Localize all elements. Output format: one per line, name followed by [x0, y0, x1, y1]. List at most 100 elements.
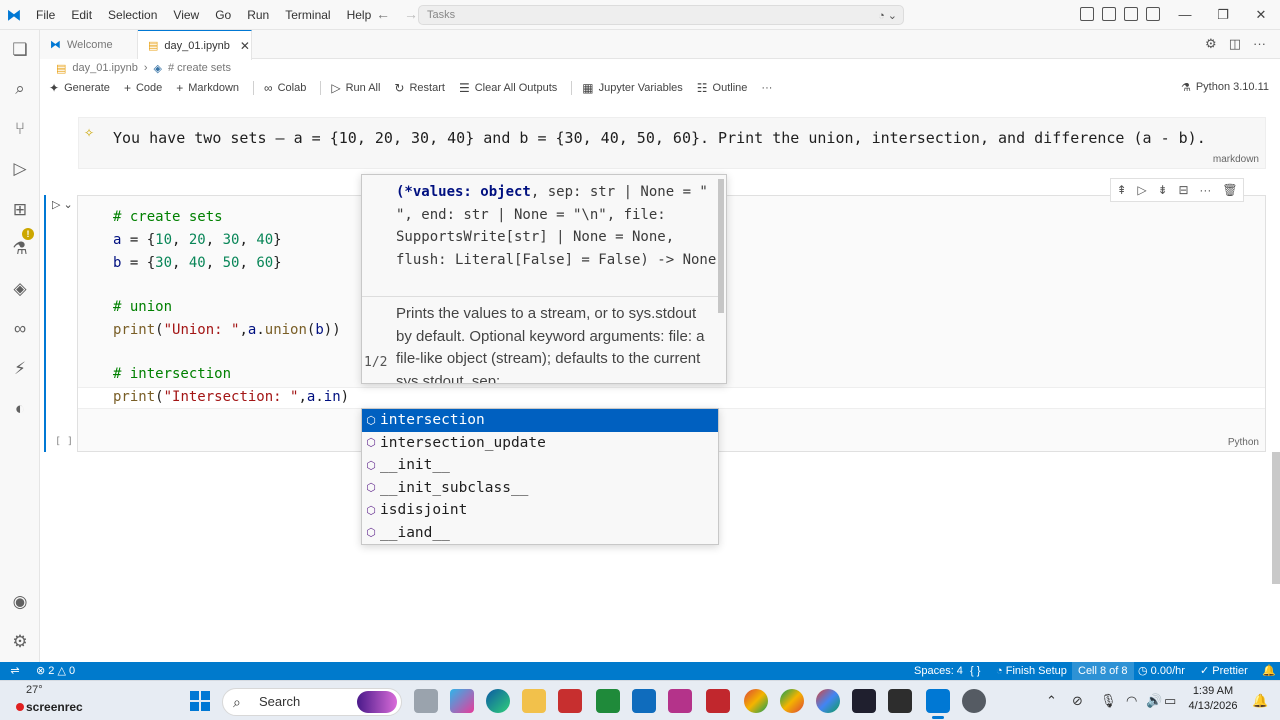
markdown-cell[interactable]: ✧ You have two sets — a = {10, 20, 30, 4… — [78, 117, 1266, 169]
weather-widget[interactable]: 27° — [26, 684, 43, 696]
add-code-cell-button[interactable]: + Code — [124, 81, 162, 95]
breadcrumb-symbol[interactable]: # create sets — [168, 62, 231, 74]
mcafee-icon[interactable] — [706, 689, 730, 713]
back-arrow-icon[interactable]: ← — [376, 6, 390, 22]
jetbrains-icon[interactable] — [852, 689, 876, 713]
restore-icon[interactable]: ❐ — [1204, 0, 1242, 30]
chrome-profile-icon[interactable] — [816, 689, 840, 713]
notifications-icon[interactable]: 🔔 — [1252, 693, 1268, 709]
menu-file[interactable]: File — [28, 0, 63, 30]
suggestion-item[interactable]: ⬡ __init_subclass__ — [362, 477, 718, 500]
settings-gear-icon[interactable]: ⚙ — [1205, 36, 1217, 52]
wifi-icon[interactable]: ◠ — [1126, 693, 1137, 709]
suggestion-item[interactable]: ⬡ __init__ — [362, 454, 718, 477]
rate-status[interactable]: ◷ 0.00/hr — [1138, 662, 1185, 680]
menu-go[interactable]: Go — [207, 0, 239, 30]
cell-language-label[interactable]: Python — [1228, 437, 1259, 448]
close-window-icon[interactable]: ✕ — [1242, 0, 1280, 30]
menu-help[interactable]: Help — [339, 0, 380, 30]
forward-arrow-icon[interactable]: → — [404, 6, 418, 22]
customize-layout-icon[interactable] — [1080, 7, 1094, 21]
manage-gear-icon[interactable]: ⚙ — [8, 630, 32, 654]
cell-position-status[interactable]: Cell 8 of 8 — [1072, 662, 1134, 680]
toggle-panel-icon[interactable] — [1124, 7, 1138, 21]
edge-icon[interactable] — [486, 689, 510, 713]
run-all-button[interactable]: ▷ Run All — [331, 81, 380, 95]
kernel-picker[interactable]: ⚗ Python 3.10.11 — [1181, 81, 1269, 94]
remote-explorer-icon[interactable]: ∞ — [8, 317, 32, 341]
suggestion-item[interactable]: ⬡ intersection_update — [362, 432, 718, 455]
microphone-icon[interactable]: 🎙 — [1100, 693, 1117, 709]
menu-view[interactable]: View — [165, 0, 207, 30]
task-view-icon[interactable] — [414, 689, 438, 713]
taskbar-search[interactable]: ⌕ Search — [222, 688, 402, 716]
problems-indicator[interactable]: ⊗ 2 △ 0 — [36, 662, 75, 680]
execute-above-icon[interactable]: ⇞ — [1116, 183, 1126, 197]
split-editor-icon[interactable]: ◫ — [1229, 36, 1241, 52]
execute-cell-icon[interactable]: ▷ — [1137, 183, 1146, 197]
file-explorer-icon[interactable] — [522, 689, 546, 713]
accounts-icon[interactable]: ◉ — [8, 590, 32, 614]
menu-run[interactable]: Run — [239, 0, 277, 30]
app-store-icon[interactable] — [596, 689, 620, 713]
taskbar-clock[interactable]: 1:39 AM 4/13/2026 — [1182, 684, 1244, 714]
add-markdown-cell-button[interactable]: + Markdown — [176, 81, 239, 95]
app-l-icon[interactable] — [558, 689, 582, 713]
menu-edit[interactable]: Edit — [63, 0, 100, 30]
run-debug-icon[interactable]: ▷ — [8, 157, 32, 181]
source-control-icon[interactable]: ⑂ — [8, 117, 32, 141]
network-off-icon[interactable]: ⊘ — [1072, 693, 1083, 709]
delete-cell-icon[interactable]: 🗑 — [1222, 183, 1237, 197]
suggestion-item[interactable]: ⬡ isdisjoint — [362, 499, 718, 522]
show-hidden-icons-icon[interactable]: ⌃ — [1046, 693, 1057, 709]
notifications-bell-icon[interactable]: 🔔 — [1262, 662, 1276, 680]
lightbulb-icon[interactable]: ✧ — [84, 126, 94, 140]
restart-button[interactable]: ↻ Restart — [394, 81, 445, 95]
indentation-status[interactable]: Spaces: 4 — [914, 662, 963, 680]
copilot-icon[interactable]: ◔ ⌄ — [878, 7, 897, 25]
tab-day-01-ipynb[interactable]: ▤ day_01.ipynb ✕ — [138, 30, 252, 60]
more-actions-icon[interactable]: ··· — [1253, 36, 1266, 52]
split-cell-icon[interactable]: ⊟ — [1178, 183, 1188, 197]
more-toolbar-button[interactable]: ··· — [761, 82, 772, 94]
clear-all-outputs-button[interactable]: ☰ Clear All Outputs — [459, 81, 557, 95]
menu-terminal[interactable]: Terminal — [277, 0, 338, 30]
colab-button[interactable]: ∞ Colab — [264, 81, 306, 95]
terminal-icon[interactable] — [888, 689, 912, 713]
close-tab-icon[interactable]: ✕ — [240, 39, 250, 53]
breadcrumb-file[interactable]: day_01.ipynb — [72, 62, 137, 74]
tab-welcome[interactable]: ⧓ Welcome — [40, 30, 138, 59]
more-cell-actions-icon[interactable]: ··· — [1199, 183, 1211, 197]
suggestion-item[interactable]: ⬡ __iand__ — [362, 522, 718, 545]
outline-button[interactable]: ☷ Outline — [697, 81, 748, 95]
language-braces-status[interactable]: { } — [970, 662, 980, 680]
outlook-icon[interactable] — [632, 689, 656, 713]
onenote-icon[interactable] — [668, 689, 692, 713]
edge-devtools-icon[interactable]: ◐ — [8, 397, 32, 421]
execute-below-icon[interactable]: ⇟ — [1158, 183, 1168, 197]
chrome-icon[interactable] — [744, 689, 768, 713]
menu-selection[interactable]: Selection — [100, 0, 165, 30]
battery-icon[interactable]: ▭ — [1164, 693, 1176, 709]
toggle-primary-sidebar-icon[interactable] — [1102, 7, 1116, 21]
copilot-app-icon[interactable] — [450, 689, 474, 713]
explorer-icon[interactable]: ❏ — [8, 38, 32, 62]
chrome-profile-icon[interactable] — [780, 689, 804, 713]
github-desktop-icon[interactable] — [962, 689, 986, 713]
toggle-secondary-sidebar-icon[interactable] — [1146, 7, 1160, 21]
hint-scrollbar[interactable] — [718, 179, 724, 313]
jupyter-variables-button[interactable]: ▦ Jupyter Variables — [582, 81, 683, 95]
finish-setup-button[interactable]: ◔ Finish Setup — [996, 662, 1067, 680]
overload-counter[interactable]: 1/2 — [364, 355, 387, 370]
testing-icon[interactable]: ⚗ — [8, 237, 32, 261]
windows-start-icon[interactable] — [190, 691, 210, 711]
editor-scrollbar[interactable] — [1272, 452, 1280, 584]
suggestion-item[interactable]: ⬡ intersection — [362, 409, 718, 432]
extensions-icon[interactable]: ⊞ — [8, 198, 32, 222]
python-icon[interactable]: ◈ — [8, 277, 32, 301]
thunder-client-icon[interactable]: ⚡ — [8, 357, 32, 381]
minimize-icon[interactable]: — — [1166, 0, 1204, 30]
vscode-taskbar-icon[interactable] — [926, 689, 950, 719]
prettier-status[interactable]: ✓ Prettier — [1200, 662, 1248, 680]
search-icon[interactable]: ⌕ — [8, 77, 32, 101]
